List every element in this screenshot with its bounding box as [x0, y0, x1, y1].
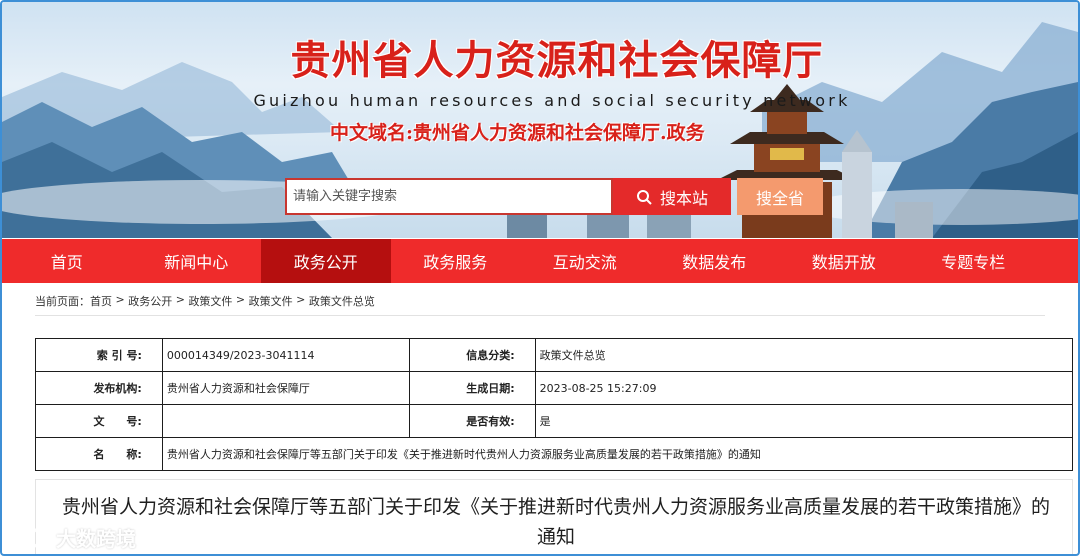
watermark: 大数跨境 [10, 523, 136, 552]
page-frame: 贵州省人力资源和社会保障厅 Guizhou human resources an… [0, 0, 1080, 556]
nav-item-gov-affairs[interactable]: 政务公开 [261, 239, 391, 283]
site-subtitle: Guizhou human resources and social secur… [253, 91, 851, 110]
index-label: 索 引 号: [35, 338, 163, 372]
breadcrumb-separator: > [292, 293, 309, 306]
table-row: 名 称: 贵州省人力资源和社会保障厅等五部门关于印发《关于推进新时代贵州人力资源… [35, 437, 1074, 471]
breadcrumb-item-overview[interactable]: 政策文件总览 [309, 293, 375, 309]
docno-label: 文 号: [35, 404, 163, 438]
nav-item-news[interactable]: 新闻中心 [132, 239, 262, 283]
table-row: 发布机构: 贵州省人力资源和社会保障厅 生成日期: 2023-08-25 15:… [35, 371, 1074, 405]
nav-item-special[interactable]: 专题专栏 [909, 239, 1039, 283]
site-title: 贵州省人力资源和社会保障厅 [290, 38, 824, 84]
breadcrumb-divider [35, 315, 1045, 316]
breadcrumb-prefix: 当前页面： [35, 295, 90, 308]
breadcrumb-item-home[interactable]: 首页 [90, 293, 112, 309]
date-value: 2023-08-25 15:27:09 [534, 371, 1074, 405]
valid-label: 是否有效: [408, 404, 536, 438]
search-province-label: 搜全省 [755, 188, 804, 208]
document-info-table: 索 引 号: 000014349/2023-3041114 信息分类: 政策文件… [35, 338, 1074, 471]
publisher-label: 发布机构: [35, 371, 163, 405]
name-label: 名 称: [35, 437, 163, 471]
search-box [285, 178, 613, 215]
docno-value [161, 404, 410, 438]
search-site-label: 搜本站 [659, 188, 708, 208]
watermark-logo-icon [11, 527, 51, 548]
article-header: 贵州省人力资源和社会保障厅等五部门关于印发《关于推进新时代贵州人力资源服务业高质… [35, 479, 1073, 554]
table-row: 索 引 号: 000014349/2023-3041114 信息分类: 政策文件… [35, 338, 1074, 372]
breadcrumb-item-policy-2[interactable]: 政策文件 [249, 293, 293, 309]
nav-item-gov-services[interactable]: 政务服务 [391, 239, 521, 283]
breadcrumb-item-policy[interactable]: 政策文件 [188, 293, 232, 309]
search-input[interactable] [287, 180, 611, 213]
valid-value: 是 [534, 404, 1074, 438]
date-label: 生成日期: [408, 371, 536, 405]
search-site-button[interactable]: 搜本站 [613, 178, 731, 215]
publisher-value: 贵州省人力资源和社会保障厅 [161, 371, 410, 405]
index-value: 000014349/2023-3041114 [161, 338, 410, 372]
breadcrumb-item-gov-affairs[interactable]: 政务公开 [128, 293, 172, 309]
search-province-button[interactable]: 搜全省 [737, 178, 823, 215]
site-domain: 中文域名:贵州省人力资源和社会保障厅.政务 [330, 122, 705, 144]
main-nav: 首页 新闻中心 政务公开 政务服务 互动交流 数据发布 数据开放 专题专栏 [2, 239, 1078, 283]
nav-item-home[interactable]: 首页 [2, 239, 132, 283]
watermark-text: 大数跨境 [56, 527, 136, 551]
category-label: 信息分类: [408, 338, 536, 372]
breadcrumb-separator: > [172, 293, 189, 306]
nav-item-data-open[interactable]: 数据开放 [779, 239, 909, 283]
breadcrumb-separator: > [112, 293, 129, 306]
article-title: 贵州省人力资源和社会保障厅等五部门关于印发《关于推进新时代贵州人力资源服务业高质… [61, 496, 1050, 548]
table-row: 文 号: 是否有效: 是 [35, 404, 1074, 438]
name-value: 贵州省人力资源和社会保障厅等五部门关于印发《关于推进新时代贵州人力资源服务业高质… [161, 437, 1074, 471]
search-icon [636, 189, 652, 205]
category-value: 政策文件总览 [534, 338, 1074, 372]
header-banner: 贵州省人力资源和社会保障厅 Guizhou human resources an… [2, 2, 1078, 238]
nav-item-data-release[interactable]: 数据发布 [650, 239, 780, 283]
breadcrumb: 当前页面： 首页 > 政务公开 > 政策文件 > 政策文件 > 政策文件总览 [35, 293, 375, 309]
nav-item-interaction[interactable]: 互动交流 [520, 239, 650, 283]
breadcrumb-separator: > [232, 293, 249, 306]
